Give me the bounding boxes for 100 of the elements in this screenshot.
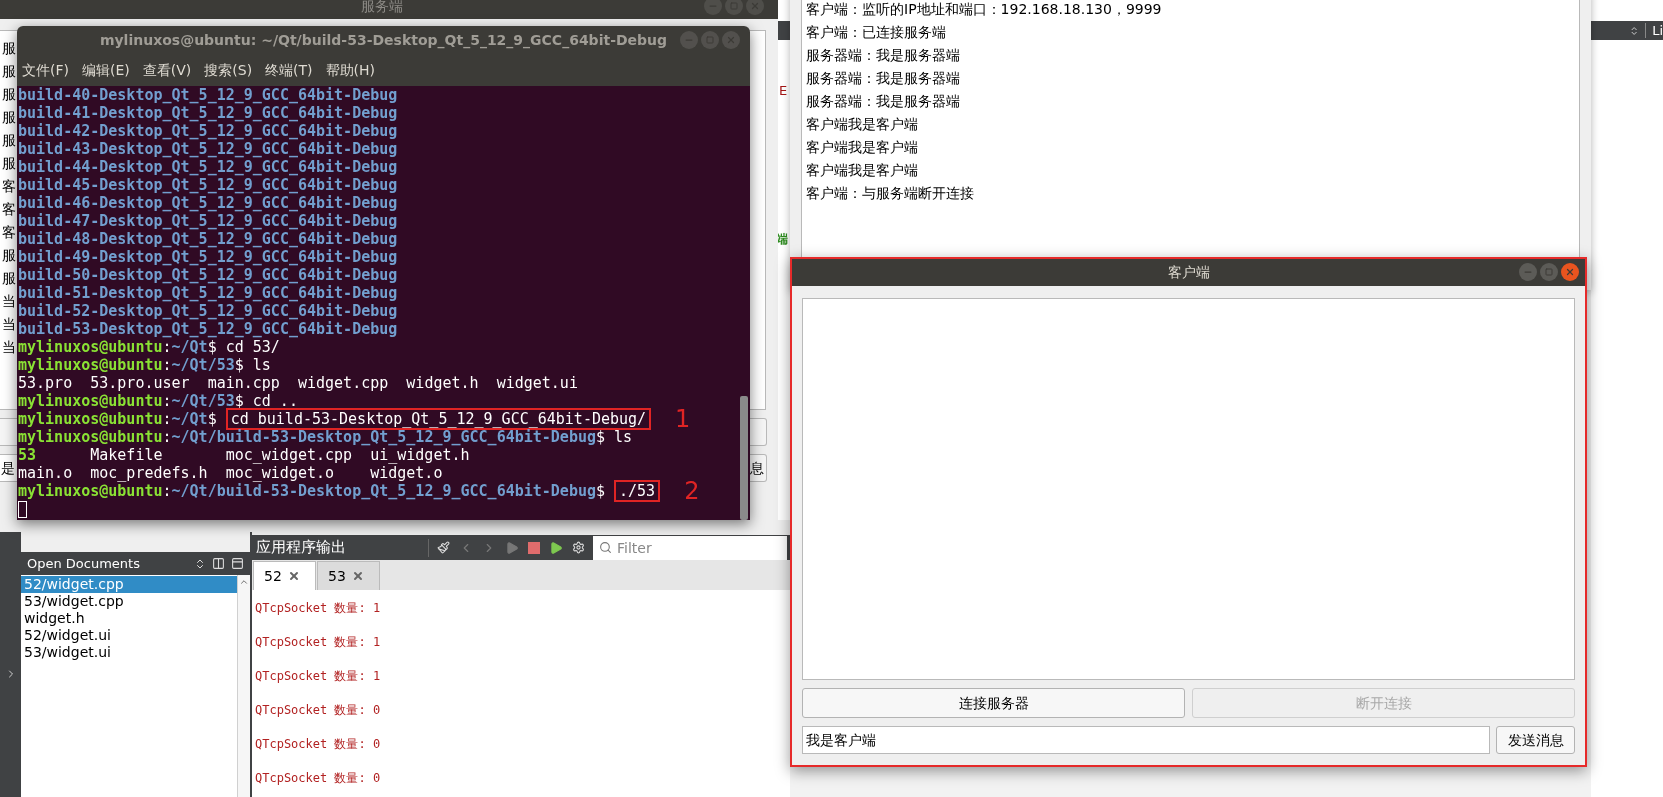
directory-name: build-52-Desktop_Qt_5_12_9_GCC_64bit-Debug <box>18 302 398 320</box>
log-line: 客户端：与服务端断开连接 <box>806 184 974 203</box>
close-icon <box>1565 267 1575 277</box>
document-item[interactable]: 53/widget.ui <box>21 644 237 661</box>
file-name: moc_widget.o <box>225 464 335 482</box>
menu-item[interactable]: 编辑(E) <box>82 60 130 81</box>
log-line: 客 <box>2 200 16 219</box>
directory-name: build-46-Desktop_Qt_5_12_9_GCC_64bit-Debug <box>18 194 398 212</box>
message-field[interactable]: 我是客户端 <box>802 726 1490 754</box>
output-tab[interactable]: 53 <box>317 561 380 590</box>
close-button[interactable] <box>1561 263 1579 281</box>
log-line: 服务器端：我是服务器端 <box>806 46 960 65</box>
play-icon[interactable] <box>505 540 519 555</box>
output-title: 应用程序输出 <box>255 537 347 559</box>
sort-icon[interactable] <box>1629 24 1640 37</box>
shell-prompt: mylinuxos@ubuntu:~/Qt/build-53-Desktop_Qt_5_12_9_GCC_64bit-Debug$ <box>18 428 605 446</box>
document-item[interactable]: 53/widget.cpp <box>21 593 237 610</box>
message-field[interactable]: 是 <box>0 454 17 482</box>
push-button[interactable]: 连接服务器 <box>802 688 1185 718</box>
push-button[interactable] <box>750 418 767 446</box>
command-output: 53.pro 53.pro.user main.cpp widget.cpp widget.h widget.ui <box>18 374 578 392</box>
output-line: QTcpSocket 数量: 0 <box>255 703 381 717</box>
annotation-number: 2 <box>684 479 700 503</box>
close-icon[interactable] <box>287 570 300 582</box>
send-button[interactable]: 息 <box>750 454 767 482</box>
document-item[interactable]: 52/widget.cpp <box>21 576 237 593</box>
annotation-number: 1 <box>675 407 691 431</box>
filter-field[interactable]: Filter <box>593 535 787 560</box>
scroll-up-icon[interactable] <box>239 577 249 587</box>
log-line: 客户端我是客户端 <box>806 115 918 134</box>
menu-item[interactable]: 帮助(H) <box>325 60 376 81</box>
document-item[interactable]: widget.h <box>21 610 237 627</box>
shell-command: ls <box>252 356 271 374</box>
output-line: QTcpSocket 数量: 1 <box>255 601 381 615</box>
highlighted-command: ./53 <box>614 480 661 502</box>
split-icon[interactable] <box>212 557 225 570</box>
menu-item[interactable]: 搜索(S) <box>204 60 253 81</box>
send-button[interactable]: 发送消息 <box>1496 726 1575 754</box>
log-line: 服 <box>2 85 16 104</box>
directory-name: build-50-Desktop_Qt_5_12_9_GCC_64bit-Debug <box>18 266 398 284</box>
settings-icon[interactable] <box>572 541 585 554</box>
shell-command: cd 53/ <box>225 338 280 356</box>
file-name: moc_widget.cpp <box>225 446 353 464</box>
file-name: widget.o <box>370 464 443 482</box>
file-name: moc_predefs.h <box>90 464 208 482</box>
directory-name: build-45-Desktop_Qt_5_12_9_GCC_64bit-Debug <box>18 176 398 194</box>
shell-prompt: mylinuxos@ubuntu:~/Qt/53$ <box>18 392 244 410</box>
log-line: 服 <box>2 154 16 173</box>
stop-icon[interactable] <box>528 541 540 554</box>
shell-command: cd .. <box>252 392 298 410</box>
file-name: main.o <box>18 464 73 482</box>
close-icon[interactable] <box>351 570 364 582</box>
file-name: 53 <box>18 446 37 464</box>
log-line: 服 <box>2 131 16 150</box>
directory-name: build-48-Desktop_Qt_5_12_9_GCC_64bit-Debug <box>18 230 398 248</box>
combo-label[interactable]: Li <box>1652 20 1663 41</box>
file-name: Makefile <box>90 446 163 464</box>
panel-title: Open Documents <box>27 554 141 573</box>
log-line: 当 <box>2 315 16 334</box>
code-fragment: E <box>778 82 788 100</box>
highlighted-command: cd build-53-Desktop_Qt_5_12_9_GCC_64bit-Debug/ <box>225 408 652 430</box>
push-button[interactable] <box>0 418 17 446</box>
file-name: ui_widget.h <box>370 446 470 464</box>
directory-name: build-47-Desktop_Qt_5_12_9_GCC_64bit-Debug <box>18 212 398 230</box>
text-cursor <box>18 500 27 518</box>
directory-name: build-49-Desktop_Qt_5_12_9_GCC_64bit-Debug <box>18 248 398 266</box>
log-line: 服 <box>2 246 16 265</box>
output-line: QTcpSocket 数量: 0 <box>255 771 381 785</box>
output-line: QTcpSocket 数量: 0 <box>255 737 381 751</box>
menu-item[interactable]: 文件(F) <box>22 60 69 81</box>
sort-icon[interactable] <box>194 557 206 570</box>
close-button[interactable] <box>722 31 740 49</box>
scrollbar[interactable] <box>237 575 250 797</box>
log-line: 服 <box>2 269 16 288</box>
window-title: 服务端 <box>361 0 403 16</box>
log-line: 客 <box>2 177 16 196</box>
window-title: mylinuxos@ubuntu: ~/Qt/build-53-Desktop_Qt_5_12_9_GCC_64bit-Debug <box>99 31 668 51</box>
menu-item[interactable]: 查看(V) <box>142 60 192 81</box>
run-icon[interactable] <box>549 540 563 555</box>
log-line: 服 <box>2 108 16 127</box>
shell-prompt: mylinuxos@ubuntu:~/Qt$ <box>18 410 217 428</box>
directory-name: build-42-Desktop_Qt_5_12_9_GCC_64bit-Debug <box>18 122 398 140</box>
window-title: 客户端 <box>1167 263 1210 282</box>
log-line: 客户端：已连接服务端 <box>806 23 946 42</box>
search-icon <box>599 540 612 554</box>
log-line: 客户端：监听的IP地址和端口：192.168.18.130，9999 <box>806 0 1162 19</box>
output-tab[interactable]: 52 <box>253 561 316 590</box>
document-item[interactable]: 52/widget.ui <box>21 627 237 644</box>
menu-item[interactable]: 终端(T) <box>265 60 313 81</box>
log-line: 当 <box>2 338 16 357</box>
log-line: 服 <box>2 62 16 81</box>
log-line: 客户端我是客户端 <box>806 138 918 157</box>
maximize-button[interactable] <box>1540 263 1558 281</box>
scrollbar-thumb[interactable] <box>740 396 748 520</box>
log-line: 客户端我是客户端 <box>806 161 918 180</box>
minimize-button[interactable] <box>1519 263 1537 281</box>
panel-close-icon[interactable] <box>231 557 244 570</box>
brush-icon[interactable] <box>437 541 450 554</box>
output-line: QTcpSocket 数量: 1 <box>255 669 381 683</box>
shell-prompt: mylinuxos@ubuntu:~/Qt/53$ <box>18 356 244 374</box>
